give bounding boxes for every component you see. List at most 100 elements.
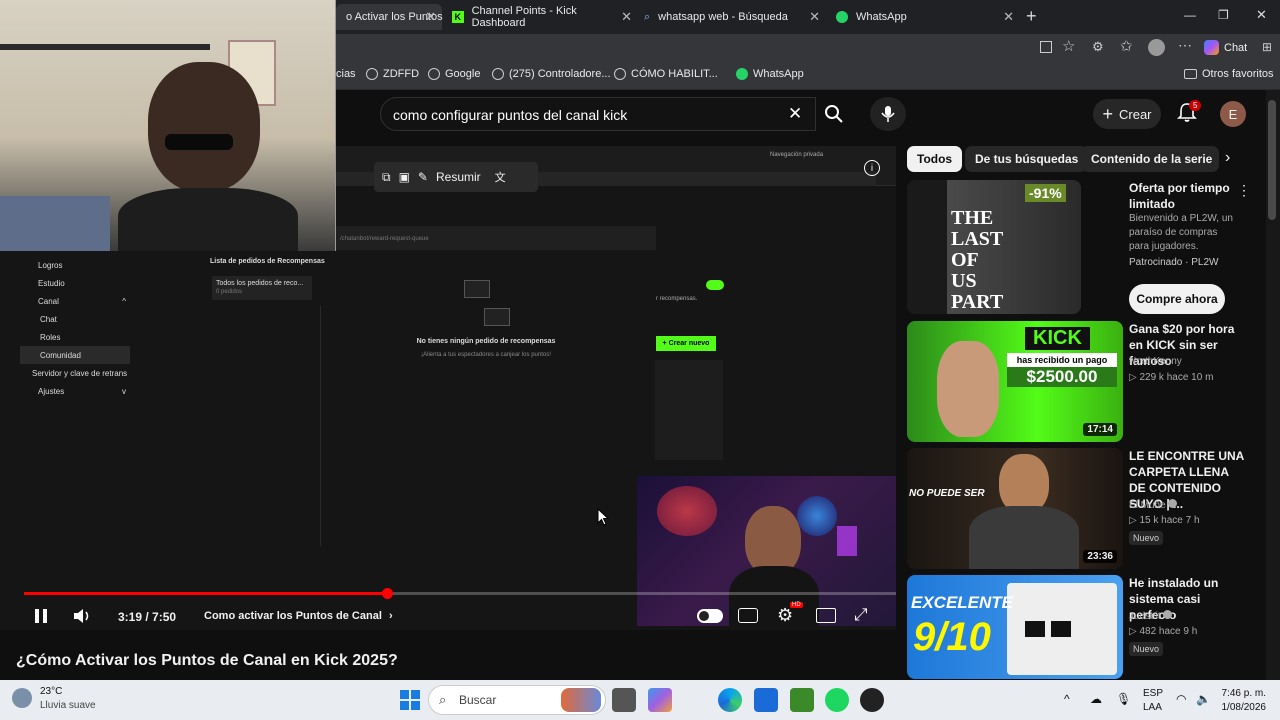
settings-gear-icon[interactable]: ⚙: [777, 605, 793, 626]
wifi-icon[interactable]: ◠: [1176, 692, 1186, 706]
summarize-icon: ✎: [417, 170, 428, 184]
weather-temp[interactable]: 23°C: [40, 686, 62, 697]
voice-search-button[interactable]: [870, 97, 906, 131]
lang-top[interactable]: ESP: [1143, 688, 1163, 699]
tab-whatsapp[interactable]: WhatsApp ✕: [826, 4, 1020, 30]
volume-icon: [74, 609, 89, 623]
summarize-button[interactable]: Resumir: [436, 170, 481, 184]
task-view-icon[interactable]: [612, 688, 636, 712]
microsoft-365-icon[interactable]: [648, 688, 672, 712]
scrollbar-thumb[interactable]: [1268, 100, 1276, 220]
create-button[interactable]: + Crear: [1093, 99, 1161, 129]
lang-bottom[interactable]: LAA: [1143, 702, 1162, 713]
chevron-right-icon[interactable]: ›: [1225, 149, 1230, 167]
volume-button[interactable]: [72, 607, 92, 625]
video-thumbnail[interactable]: EXCELENTE 9/10: [907, 575, 1123, 679]
channel-name: Judseit: [1129, 611, 1161, 622]
clock-date[interactable]: 1/08/2026: [1220, 702, 1267, 713]
tab-active-video[interactable]: o Activar los Puntos ✕: [336, 4, 443, 30]
chevron-up-icon[interactable]: ^: [1064, 692, 1070, 706]
kick-menu-item: Roles: [20, 328, 130, 346]
presenter-webcam-overlay: [0, 0, 336, 251]
weather-icon[interactable]: [12, 688, 32, 708]
minimize-icon[interactable]: —: [1184, 8, 1196, 22]
new-badge: Nuevo: [1129, 642, 1164, 656]
more-icon[interactable]: ⋯: [1178, 37, 1192, 54]
tab-close-icon[interactable]: ✕: [621, 9, 632, 25]
time-display: 3:19 / 7:50: [118, 610, 177, 624]
bookmark-item[interactable]: ZDFFD: [366, 68, 419, 80]
app-icon[interactable]: [860, 688, 884, 712]
autoplay-toggle[interactable]: [697, 609, 723, 623]
bookmark-item[interactable]: CÓMO HABILIT...: [614, 68, 718, 80]
sidebar-toggle-icon[interactable]: ⊞: [1262, 40, 1272, 54]
globe-icon: [492, 68, 504, 80]
recorded-popup-urlbar: /chatanbot/reward-request-queue: [336, 226, 656, 250]
new-tab-icon[interactable]: +: [1026, 6, 1037, 27]
microphone-icon[interactable]: 🎙: [1116, 692, 1131, 706]
chat-label: Chat: [1224, 41, 1248, 54]
sponsored-ad[interactable]: THE LAST OF US PART II PC -91% Oferta po…: [907, 180, 1257, 315]
bookmark-item[interactable]: Google: [428, 68, 480, 80]
chevron-right-icon: ›: [388, 610, 393, 622]
tab-kick-dashboard[interactable]: K Channel Points - Kick Dashboard ✕: [442, 4, 638, 30]
subtitles-icon[interactable]: [738, 608, 758, 623]
profile-icon[interactable]: [1148, 39, 1165, 56]
tab-whatsapp-search[interactable]: ⌕ whatsapp web - Búsqueda ✕: [634, 4, 826, 30]
copilot-chat-button[interactable]: Chat: [1204, 40, 1247, 55]
bookmark-item[interactable]: (275) Controladore...: [492, 68, 611, 80]
chapter-button[interactable]: Como activar los Puntos de Canal ›: [204, 610, 393, 622]
miniplayer-icon[interactable]: [816, 608, 836, 623]
bookmark-item[interactable]: cias: [336, 68, 356, 80]
extensions-icon[interactable]: ⚙: [1092, 39, 1104, 55]
fullscreen-icon[interactable]: ⤢: [854, 605, 868, 625]
restore-icon[interactable]: ❐: [1218, 8, 1229, 22]
tab-close-icon[interactable]: ✕: [809, 9, 820, 25]
clock-time[interactable]: 7:46 p. m.: [1220, 688, 1266, 699]
windows-start-icon[interactable]: [398, 688, 422, 712]
tab-close-icon[interactable]: ✕: [1003, 9, 1014, 25]
edge-icon[interactable]: [718, 688, 742, 712]
discount-badge: -91%: [1025, 184, 1066, 202]
pause-button[interactable]: [34, 608, 48, 624]
popout-icon[interactable]: ⧉: [382, 170, 391, 185]
favorites-icon[interactable]: ✩: [1120, 37, 1133, 55]
info-icon[interactable]: i: [864, 160, 880, 176]
whatsapp-favicon-icon: [836, 11, 848, 23]
speaker-icon[interactable]: 🔈: [1196, 692, 1211, 706]
chip-busquedas[interactable]: De tus búsquedas: [965, 146, 1089, 172]
star-icon[interactable]: ☆: [1062, 37, 1075, 55]
search-button[interactable]: [815, 97, 853, 131]
clear-search-icon[interactable]: ✕: [788, 104, 802, 124]
whatsapp-icon: [736, 68, 748, 80]
weather-desc[interactable]: Lluvia suave: [40, 700, 96, 711]
taskbar-search[interactable]: ⌕ Buscar: [428, 685, 606, 715]
recommendation-card[interactable]: EXCELENTE 9/10 He instalado un sistema c…: [907, 575, 1257, 680]
avatar[interactable]: E: [1220, 101, 1246, 127]
more-vert-icon[interactable]: ⋮: [1237, 182, 1251, 199]
split-screen-icon[interactable]: [1040, 41, 1052, 53]
pause-icon: [35, 609, 47, 623]
window-close-icon[interactable]: ✕: [1256, 7, 1267, 23]
buy-now-button[interactable]: Compre ahora: [1129, 284, 1225, 314]
other-favorites[interactable]: Otros favoritos: [1184, 68, 1274, 80]
minecraft-icon[interactable]: [790, 688, 814, 712]
bookmark-item[interactable]: WhatsApp: [736, 68, 804, 80]
chip-serie[interactable]: Contenido de la serie: [1081, 146, 1219, 172]
search-input[interactable]: como configurar puntos del canal kick: [380, 97, 816, 131]
spotify-icon[interactable]: [825, 688, 849, 712]
store-icon[interactable]: [754, 688, 778, 712]
recommendation-card[interactable]: KICK has recibido un pago $2500.00 17:14…: [907, 321, 1257, 442]
chip-todos[interactable]: Todos: [907, 146, 963, 172]
tab-close-icon[interactable]: ✕: [425, 9, 436, 25]
video-thumbnail[interactable]: NO PUEDE SER 23:36: [907, 448, 1123, 569]
video-floating-toolbar[interactable]: ⧉ ▣ ✎ Resumir 文: [374, 162, 538, 192]
cast-icon[interactable]: ▣: [399, 170, 410, 184]
recommendation-card[interactable]: NO PUEDE SER 23:36 LE ENCONTRE UNA CARPE…: [907, 448, 1257, 569]
ad-thumbnail[interactable]: THE LAST OF US PART II PC -91%: [907, 180, 1081, 314]
rec-title[interactable]: Oferta por tiempo limitado: [1129, 180, 1247, 212]
video-thumbnail[interactable]: KICK has recibido un pago $2500.00 17:14: [907, 321, 1123, 442]
video-progress-bar[interactable]: [24, 588, 896, 599]
translate-icon[interactable]: 文: [495, 169, 506, 185]
cloud-icon[interactable]: ☁: [1090, 692, 1102, 706]
